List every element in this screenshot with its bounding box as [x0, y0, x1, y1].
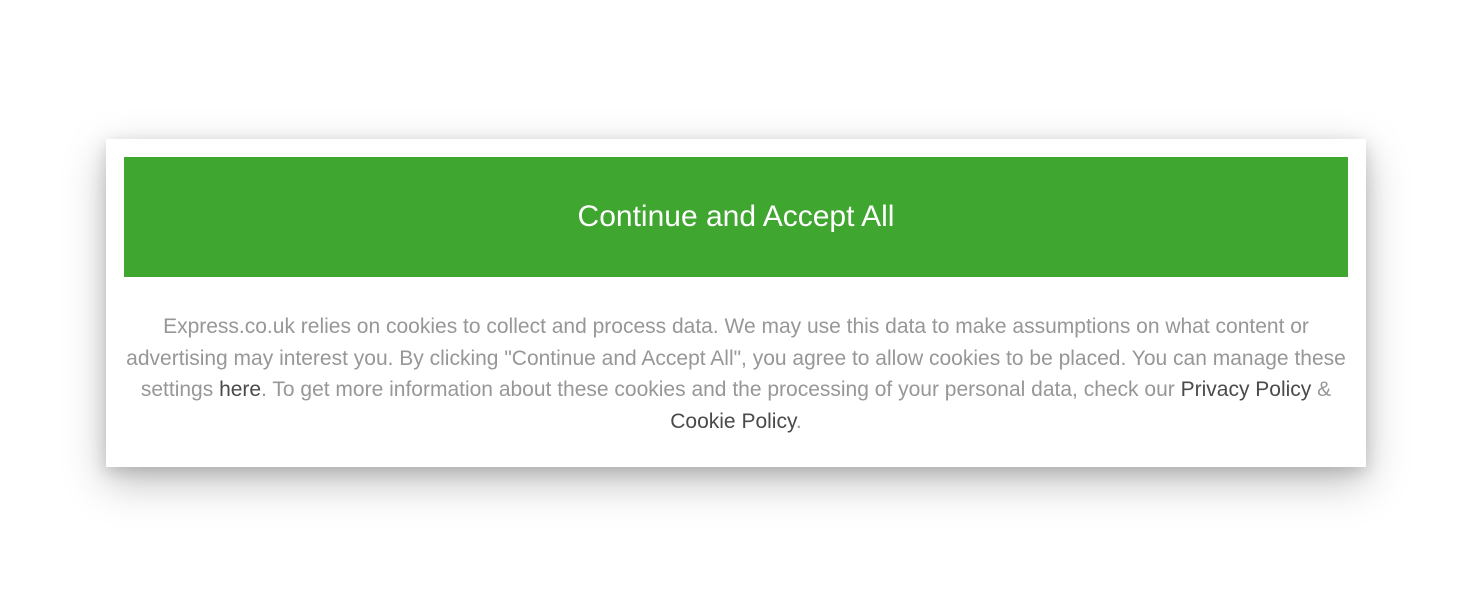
- manage-settings-link[interactable]: here: [219, 378, 261, 401]
- cookie-body-text-2: . To get more information about these co…: [261, 378, 1181, 401]
- privacy-policy-link[interactable]: Privacy Policy: [1181, 378, 1312, 401]
- accept-all-button[interactable]: Continue and Accept All: [124, 157, 1348, 277]
- cookie-policy-link[interactable]: Cookie Policy: [670, 410, 796, 433]
- cookie-consent-banner: Continue and Accept All Express.co.uk re…: [106, 139, 1366, 467]
- cookie-consent-text: Express.co.uk relies on cookies to colle…: [124, 311, 1348, 437]
- ampersand-text: &: [1311, 378, 1331, 401]
- cookie-body-text-3: .: [796, 410, 802, 433]
- accept-all-button-label: Continue and Accept All: [578, 200, 895, 234]
